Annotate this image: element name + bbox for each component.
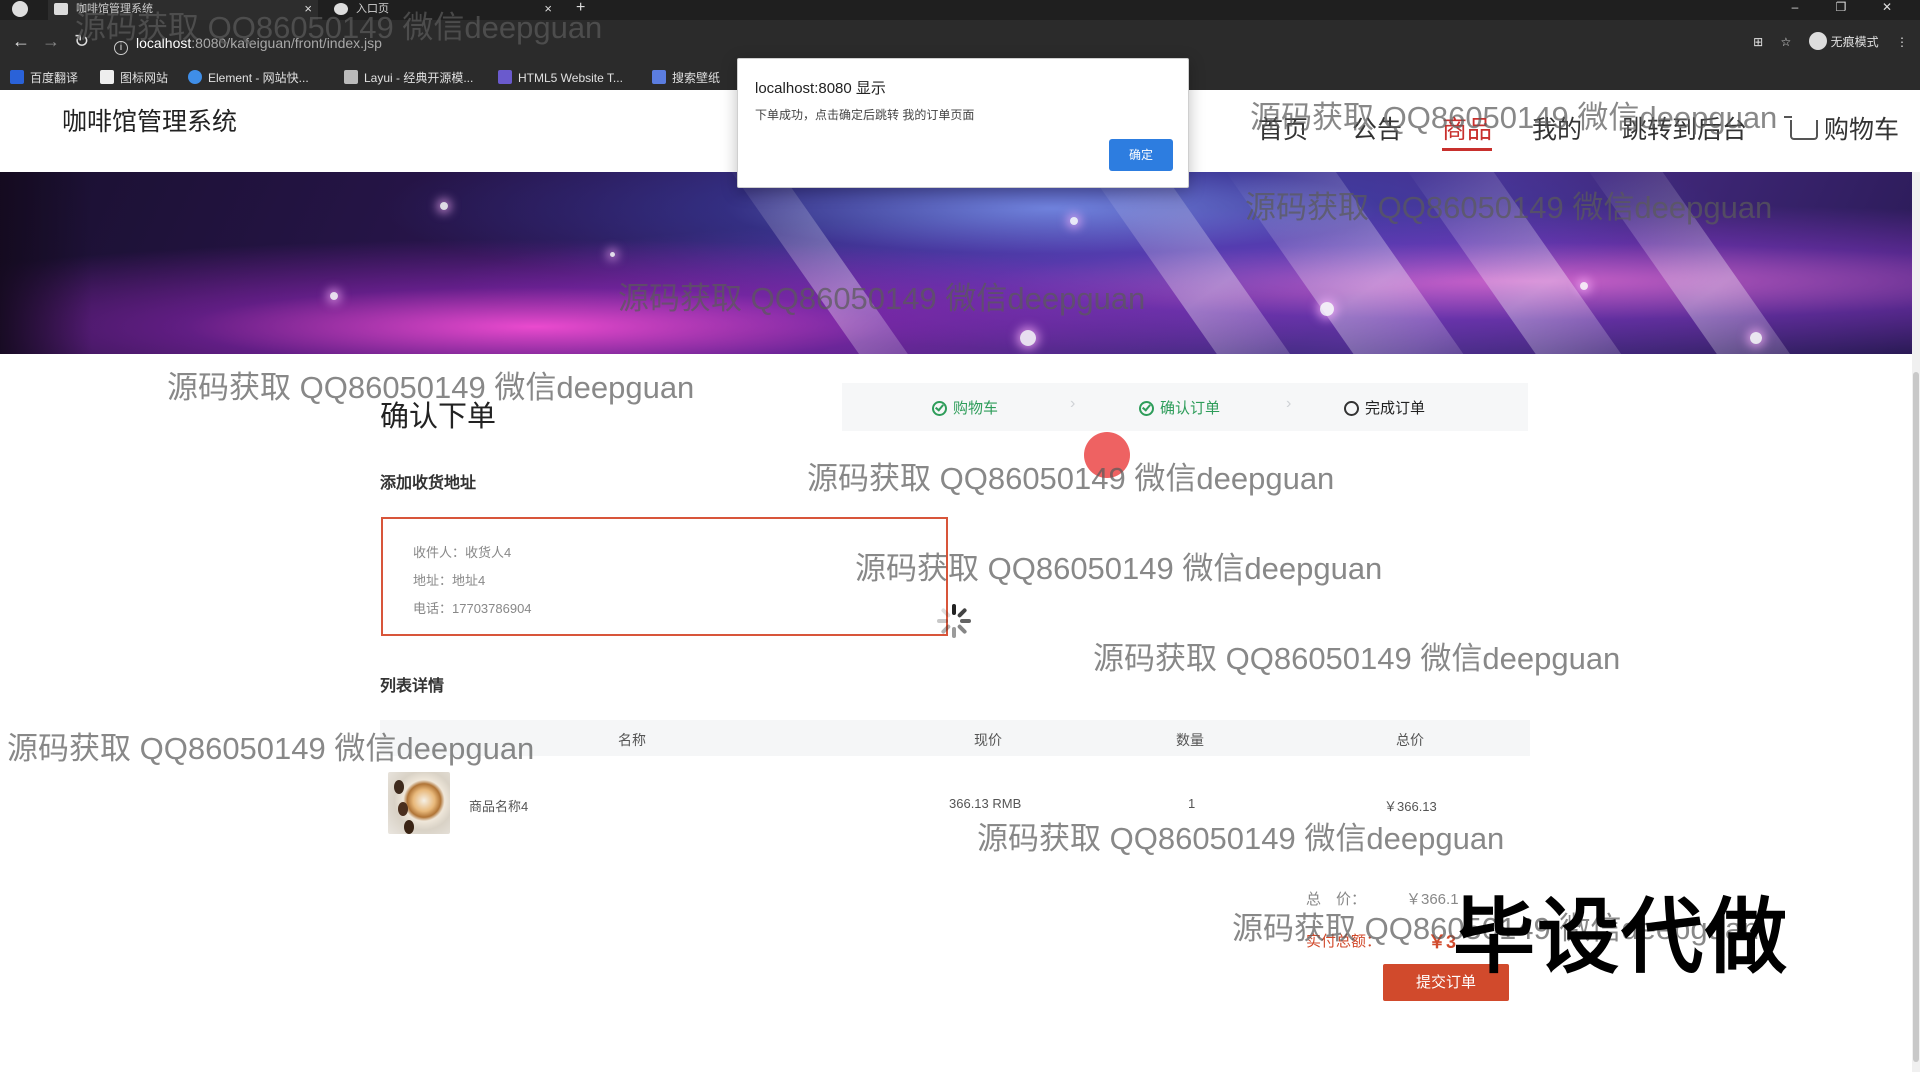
bookmark-icon: [10, 70, 24, 84]
site-brand[interactable]: 咖啡馆管理系统: [62, 102, 237, 138]
bookmark-icon: [498, 70, 512, 84]
light-dot: [1070, 217, 1078, 225]
bookmark-item[interactable]: 百度翻译: [10, 68, 78, 88]
loading-spinner-icon: [937, 604, 971, 638]
watermark: 源码获取 QQ86050149 微信deepguan: [977, 821, 1505, 856]
chevron-right-icon: ›: [1286, 395, 1292, 412]
promo-stamp: 毕设代做: [1453, 892, 1790, 983]
bookmark-label: 搜索壁纸: [672, 71, 721, 85]
circle-icon: [1344, 401, 1359, 416]
watermark: 源码获取 QQ86050149 微信deepguan: [855, 551, 1383, 586]
page-scrollbar[interactable]: [1912, 172, 1920, 1072]
bookmark-label: Layui - 经典开源模...: [364, 71, 474, 85]
chevron-right-icon: ›: [1070, 395, 1076, 412]
scrollbar-thumb[interactable]: [1913, 372, 1919, 1062]
translate-icon[interactable]: ⊞: [1753, 35, 1763, 49]
profile-label: 无痕模式: [1830, 35, 1879, 49]
page-icon: [54, 3, 68, 15]
light-dot: [1750, 332, 1762, 344]
incognito-icon: [1808, 32, 1827, 50]
step-label: 购物车: [953, 400, 999, 417]
step-complete: 完成订单: [1344, 397, 1425, 418]
col-qty: 数量: [1176, 732, 1204, 748]
address-location: 地址：地址4: [413, 573, 486, 588]
dialog-title: localhost:8080 显示: [755, 80, 886, 97]
step-cart: 购物车: [932, 397, 998, 418]
forward-arrow-icon[interactable]: →: [42, 32, 60, 50]
window-controls: – ❐ ✕: [1772, 0, 1910, 14]
star-icon[interactable]: ☆: [1781, 35, 1792, 49]
spinner-tick: [952, 627, 956, 638]
profile-button[interactable]: 无痕模式: [1808, 32, 1879, 50]
list-section-title: 列表详情: [380, 678, 445, 695]
spinner-tick: [940, 623, 952, 635]
watermark: 源码获取 QQ86050149 微信deepguan: [167, 370, 695, 405]
watermark: 源码获取 QQ86050149 微信deepguan: [1245, 190, 1773, 225]
step-label: 完成订单: [1365, 400, 1426, 417]
close-window-button[interactable]: ✕: [1864, 0, 1910, 14]
bookmark-item[interactable]: Element - 网站快...: [188, 68, 309, 88]
bookmark-icon: [652, 70, 666, 84]
bookmark-item[interactable]: Layui - 经典开源模...: [344, 68, 473, 88]
bookmark-icon: [344, 70, 358, 84]
menu-dots-icon[interactable]: ⋮: [1896, 35, 1908, 49]
check-circle-icon: [1139, 401, 1154, 416]
alert-dialog: localhost:8080 显示 下单成功，点击确定后跳转 我的订单页面 确定: [737, 58, 1189, 188]
step-confirm: 确认订单: [1139, 397, 1220, 418]
spinner-tick: [960, 619, 971, 623]
address-phone: 电话：17703786904: [413, 601, 532, 616]
light-dot: [1580, 282, 1588, 290]
back-arrow-icon[interactable]: ←: [12, 32, 30, 50]
light-dot: [610, 252, 615, 257]
dialog-message: 下单成功，点击确定后跳转 我的订单页面: [755, 108, 975, 122]
watermark: 源码获取 QQ86050149 微信deepguan: [807, 461, 1335, 496]
cart-icon: [1784, 116, 1818, 140]
cart-link[interactable]: 购物车: [1784, 110, 1900, 146]
bookmark-label: HTML5 Website T...: [518, 71, 623, 85]
watermark: 源码获取 QQ86050149 微信deepguan: [7, 731, 535, 766]
browser-menu-icon[interactable]: [12, 1, 28, 17]
light-dot: [1320, 302, 1334, 316]
banner-shadow: [0, 172, 92, 354]
product-qty: 1: [1188, 796, 1196, 811]
bookmark-label: Element - 网站快...: [208, 71, 309, 85]
light-dot: [1020, 330, 1036, 346]
bookmark-item[interactable]: HTML5 Website T...: [498, 68, 623, 88]
spinner-tick: [940, 607, 952, 619]
product-price: 366.13 RMB: [949, 796, 1022, 811]
light-beam: [720, 172, 960, 354]
cart-label: 购物车: [1824, 116, 1900, 144]
light-dot: [440, 202, 448, 210]
spinner-tick: [937, 619, 948, 623]
watermark: 源码获取 QQ86050149 微信deepguan: [618, 281, 1146, 316]
spinner-tick: [956, 623, 968, 635]
col-price: 现价: [974, 732, 1002, 748]
spinner-tick: [956, 607, 968, 619]
check-circle-icon: [932, 401, 947, 416]
watermark: 源码获取 QQ86050149 微信deepguan: [1093, 641, 1621, 676]
product-thumbnail[interactable]: [388, 772, 450, 834]
col-total: 总价: [1396, 732, 1424, 748]
address-recipient: 收件人：收货人4: [413, 545, 512, 560]
minimize-button[interactable]: –: [1772, 0, 1818, 14]
order-steps: 购物车 › 确认订单 › 完成订单: [842, 383, 1528, 431]
dialog-ok-button[interactable]: 确定: [1109, 139, 1173, 171]
table-header: 名称 现价 数量 总价: [380, 720, 1530, 756]
watermark: 源码获取 QQ86050149 微信deepguan: [1250, 100, 1778, 135]
bookmark-icon: [188, 70, 202, 84]
bookmark-label: 百度翻译: [30, 71, 79, 85]
bookmark-item[interactable]: 搜索壁纸: [652, 68, 720, 88]
bookmark-item[interactable]: 图标网站: [100, 68, 168, 88]
restore-button[interactable]: ❐: [1818, 0, 1864, 14]
address-bar-actions: ⊞ ☆ 无痕模式 ⋮: [1739, 32, 1908, 50]
light-dot: [330, 292, 338, 300]
product-name: 商品名称4: [469, 799, 529, 814]
watermark: 源码获取 QQ86050149 微信deepguan: [75, 10, 603, 45]
bookmark-label: 图标网站: [120, 71, 169, 85]
step-label: 确认订单: [1160, 400, 1221, 417]
address-section-title: 添加收货地址: [380, 475, 477, 492]
spinner-tick: [952, 604, 956, 615]
col-name: 名称: [618, 732, 646, 748]
bookmark-icon: [100, 70, 114, 84]
